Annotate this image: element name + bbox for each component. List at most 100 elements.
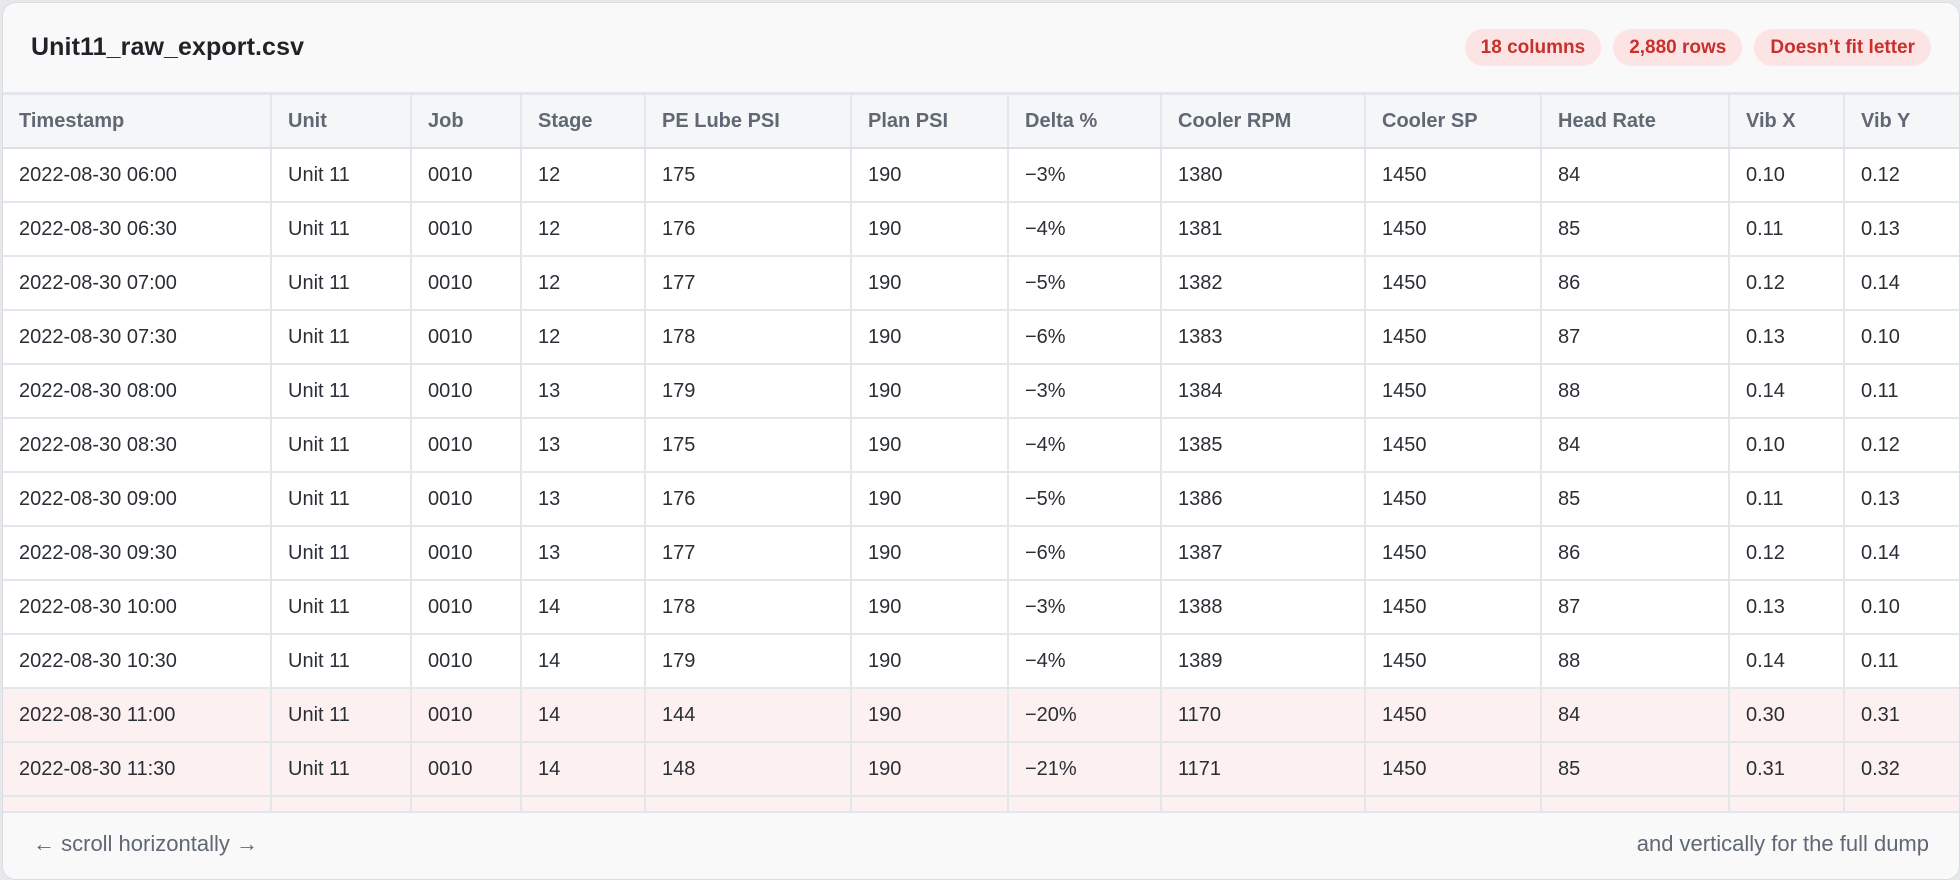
table-cell: 0.10 <box>1729 418 1845 473</box>
table-cell: 14 <box>521 580 646 635</box>
table-cell: 2022-08-30 07:00 <box>3 256 272 311</box>
table-cell: 178 <box>645 310 852 365</box>
table-cell: 190 <box>851 580 1009 635</box>
table-cell: −4% <box>1008 202 1162 257</box>
table-cell: −20% <box>1008 688 1162 743</box>
table-cell: 0.10 <box>1844 580 1959 635</box>
table-cell: Unit 11 <box>271 256 412 311</box>
table-cell: 0010 <box>411 418 522 473</box>
column-header[interactable]: Head Rate <box>1541 95 1730 149</box>
column-header[interactable]: Vib X <box>1729 95 1845 149</box>
table-cell: 190 <box>851 688 1009 743</box>
table-cell: −5% <box>1008 256 1162 311</box>
column-header[interactable]: Unit <box>271 95 412 149</box>
table-cell: 0.30 <box>1729 688 1845 743</box>
table-cell: 0010 <box>411 580 522 635</box>
table-cell: 175 <box>645 418 852 473</box>
table-cell: 0.12 <box>1844 418 1959 473</box>
table-cell: 1381 <box>1161 202 1366 257</box>
table-cell: 88 <box>1541 364 1730 419</box>
table-cell: −21% <box>1008 742 1162 797</box>
column-header[interactable]: Cooler RPM <box>1161 95 1366 149</box>
table-cell: 0010 <box>411 472 522 527</box>
table-cell: 1450 <box>1365 472 1542 527</box>
table-cell: 86 <box>1541 526 1730 581</box>
table-cell: Unit 11 <box>271 364 412 419</box>
table-cell: 0.14 <box>1844 526 1959 581</box>
table-cell: 190 <box>851 742 1009 797</box>
table-cell: Unit 11 <box>271 634 412 689</box>
table-cell: 1386 <box>1161 472 1366 527</box>
table-row: 2022-08-30 10:00 Unit 11 0010 14 178 190 −3% 13… <box>3 580 1959 635</box>
table-cell: 1384 <box>1161 364 1366 419</box>
table-scroll-area[interactable]: Timestamp Unit Job Stage PE Lube PSI Plan PSI… <box>3 95 1959 813</box>
table-cell: 0010 <box>411 742 522 797</box>
table-cell: 190 <box>851 256 1009 311</box>
table-cell: 13 <box>521 472 646 527</box>
table-cell: 14 <box>521 688 646 743</box>
column-header[interactable]: Job <box>411 95 522 149</box>
table-cell: 0.10 <box>1729 148 1845 203</box>
table-cell: 0.11 <box>1844 364 1959 419</box>
table-row: 2022-08-30 09:30 Unit 11 0010 13 177 190 −6% 13… <box>3 526 1959 581</box>
table-cell: 2022-08-30 10:30 <box>3 634 272 689</box>
table-row: 2022-08-30 06:00 Unit 11 0010 12 175 190 −3% 13… <box>3 148 1959 203</box>
table-cell: 177 <box>645 526 852 581</box>
table-cell: 13 <box>521 364 646 419</box>
table-cell: 0.13 <box>1729 310 1845 365</box>
column-header[interactable]: Delta % <box>1008 95 1162 149</box>
table-cell: 2022-08-30 06:30 <box>3 202 272 257</box>
column-header[interactable]: Timestamp <box>3 95 272 149</box>
table-cell: 2022-08-30 08:30 <box>3 418 272 473</box>
table-cell: 179 <box>645 634 852 689</box>
table-cell: 0.11 <box>1729 202 1845 257</box>
table-cell: 190 <box>851 202 1009 257</box>
table-cell: 85 <box>1541 202 1730 257</box>
column-header[interactable]: Cooler SP <box>1365 95 1542 149</box>
table-cell: 0.12 <box>1729 526 1845 581</box>
table-cell: 1383 <box>1161 310 1366 365</box>
table-cell: 0.14 <box>1844 256 1959 311</box>
column-header[interactable]: Plan PSI <box>851 95 1009 149</box>
table-cell: 84 <box>1541 148 1730 203</box>
table-cell: 1387 <box>1161 526 1366 581</box>
table-cell: 0010 <box>411 202 522 257</box>
table-cell: 1170 <box>1161 688 1366 743</box>
table-cell: 2022-08-30 10:00 <box>3 580 272 635</box>
table-cell: 13 <box>521 418 646 473</box>
table-cell: 144 <box>645 688 852 743</box>
table-cell: 2022-08-30 09:00 <box>3 472 272 527</box>
table-cell: Unit 11 <box>271 580 412 635</box>
table-cell: 2022-08-30 09:30 <box>3 526 272 581</box>
table-cell: Unit 11 <box>271 742 412 797</box>
table-cell: 1450 <box>1365 202 1542 257</box>
table-cell: 2022-08-30 11:00 <box>3 688 272 743</box>
row-count-badge: 2,880 rows <box>1613 29 1743 66</box>
table-row: 2022-08-30 06:30 Unit 11 0010 12 176 190 −4% 13… <box>3 202 1959 257</box>
table-cell: 12 <box>521 256 646 311</box>
table-cell: 148 <box>645 742 852 797</box>
table-cell: 176 <box>645 202 852 257</box>
column-header[interactable]: Vib Y <box>1844 95 1959 149</box>
csv-preview-panel: Unit11_raw_export.csv 18 columns 2,880 r… <box>2 2 1960 880</box>
table-cell: 1450 <box>1365 256 1542 311</box>
column-header[interactable]: Stage <box>521 95 646 149</box>
table-cell: 178 <box>645 580 852 635</box>
table-header-row: Timestamp Unit Job Stage PE Lube PSI Plan PSI… <box>3 95 1959 149</box>
table-cell: Unit 11 <box>271 526 412 581</box>
table-cell: 84 <box>1541 418 1730 473</box>
table-row-alert: 2022-08-30 11:00 Unit 11 0010 14 144 190 −20% 1… <box>3 688 1959 743</box>
table-cell: 0.13 <box>1729 580 1845 635</box>
table-cell: 1389 <box>1161 634 1366 689</box>
table-cell: −3% <box>1008 580 1162 635</box>
table-cell: 0.31 <box>1844 688 1959 743</box>
table-cell: 1382 <box>1161 256 1366 311</box>
column-header[interactable]: PE Lube PSI <box>645 95 852 149</box>
table-cell: 190 <box>851 418 1009 473</box>
table-row: 2022-08-30 10:30 Unit 11 0010 14 179 190 −4% 13… <box>3 634 1959 689</box>
table-cell: 1385 <box>1161 418 1366 473</box>
table-cell: 0010 <box>411 634 522 689</box>
table-cell: Unit 11 <box>271 148 412 203</box>
table-cell: 1450 <box>1365 634 1542 689</box>
table-cell: 0.11 <box>1729 472 1845 527</box>
